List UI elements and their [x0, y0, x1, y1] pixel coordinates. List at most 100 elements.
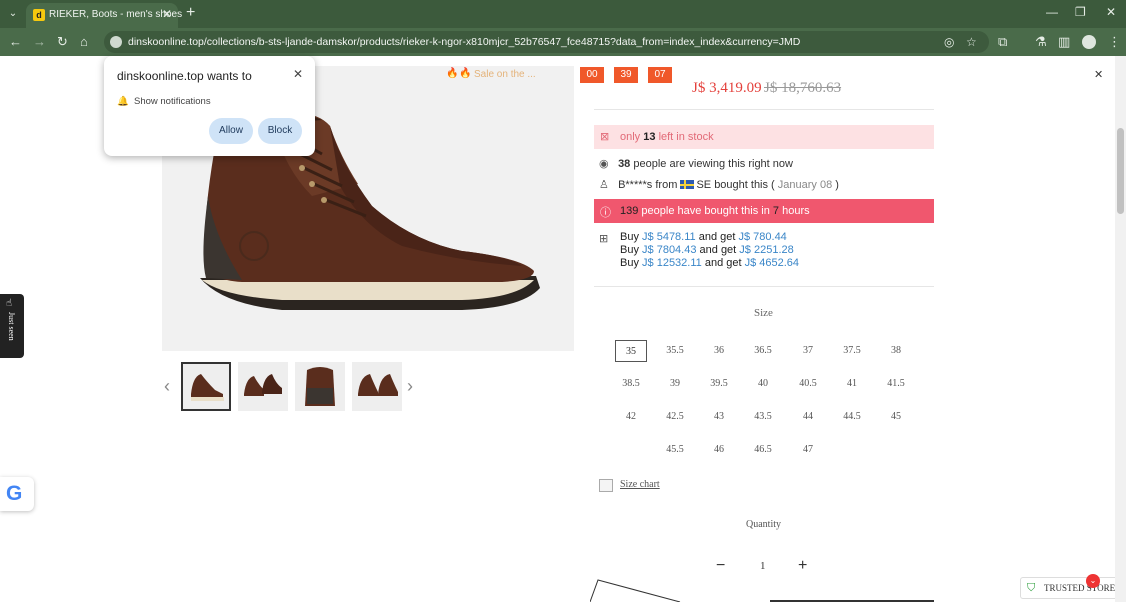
stock-count: 13 [643, 131, 656, 143]
size-option[interactable]: 42 [615, 406, 647, 428]
scrollbar-thumb[interactable] [1117, 128, 1124, 214]
permission-text: Show notifications [134, 96, 211, 107]
menu-icon[interactable]: ⋮ [1108, 34, 1121, 50]
profile-icon[interactable] [1082, 35, 1096, 49]
close-window-icon[interactable]: ✕ [1106, 5, 1116, 19]
size-option[interactable]: 42.5 [659, 406, 691, 428]
thumbnail[interactable] [238, 362, 288, 411]
offer-buy-label: Buy [620, 244, 639, 256]
offer-buy-amount: J$ 12532.11 [642, 257, 702, 269]
size-option[interactable]: 38.5 [615, 373, 647, 395]
star-icon[interactable]: ☆ [966, 35, 977, 49]
buyer-country: SE [696, 179, 712, 191]
size-option[interactable]: 41.5 [880, 373, 912, 395]
bought-label: bought this ( [714, 179, 775, 191]
fire-icon: 🔥 [446, 68, 459, 79]
thumbnail[interactable] [352, 362, 402, 411]
offer-get-amount: J$ 780.44 [738, 231, 787, 243]
bought-hours: 7 [772, 205, 780, 217]
offer-row: Buy J$ 7804.43 and get J$ 2251.28 [620, 244, 794, 256]
site-favicon: d [33, 9, 45, 21]
block-button[interactable]: Block [258, 118, 302, 144]
tab-list-icon[interactable]: ⌄ [4, 5, 22, 23]
restore-icon[interactable]: ❐ [1075, 5, 1086, 19]
thumbnail-prev-icon[interactable]: ‹ [164, 376, 170, 397]
google-badge[interactable]: G [0, 477, 34, 511]
permission-row: 🔔 Show notifications [117, 96, 211, 107]
offer-row: Buy J$ 5478.11 and get J$ 780.44 [620, 231, 787, 243]
size-option[interactable]: 35 [615, 340, 647, 362]
size-option[interactable]: 45 [880, 406, 912, 428]
size-chart-link[interactable]: Size chart [620, 479, 660, 490]
size-option[interactable]: 44.5 [836, 406, 868, 428]
address-bar[interactable]: dinskoonline.top/collections/b-sts-ljand… [104, 31, 989, 53]
browser-tab[interactable]: d RIEKER, Boots - men's shoes ✕ [26, 3, 182, 28]
box-icon: ⊠ [600, 131, 610, 143]
offer-get-label: and get [699, 244, 737, 256]
offer-get-label: and get [704, 257, 742, 269]
sweden-flag-icon [680, 180, 695, 189]
size-chart-icon[interactable] [599, 479, 613, 492]
gift-icon: ⊞ [599, 233, 609, 245]
quantity-decrease-button[interactable]: − [716, 557, 725, 575]
viewing-row: ◉ 38 people are viewing this right now [599, 157, 793, 170]
thumbnail[interactable] [295, 362, 345, 411]
chevron-down-icon[interactable]: ⌄ [1086, 574, 1100, 588]
size-option[interactable]: 39 [659, 373, 691, 395]
stock-suffix: left in stock [658, 131, 714, 143]
countdown-seconds: 07 [648, 67, 672, 83]
size-option[interactable]: 44 [792, 406, 824, 428]
size-option[interactable]: 43 [703, 406, 735, 428]
size-option[interactable]: 39.5 [703, 373, 735, 395]
size-option[interactable]: 46 [703, 439, 735, 461]
thumbnail-next-icon[interactable]: › [407, 376, 413, 397]
close-tab-icon[interactable]: ✕ [162, 7, 172, 21]
size-option[interactable]: 40 [747, 373, 779, 395]
quantity-increase-button[interactable]: + [798, 557, 807, 575]
divider [594, 286, 934, 287]
forward-icon[interactable]: → [33, 34, 46, 50]
thumbnail[interactable] [181, 362, 231, 411]
size-title: Size [754, 307, 773, 319]
quantity-value[interactable]: 1 [760, 560, 766, 572]
bought-count: 139 [620, 205, 639, 217]
close-icon[interactable]: ✕ [1094, 68, 1103, 81]
extensions-icon[interactable]: ⧉ [998, 34, 1007, 50]
side-panel-icon[interactable]: ▥ [1058, 34, 1070, 50]
trusted-store-badge[interactable]: ⛉ TRUSTED STORE [1020, 577, 1120, 599]
size-option[interactable]: 41 [836, 373, 868, 395]
just-seen-tab[interactable]: ☝ Just seen [0, 294, 24, 358]
size-option[interactable]: 40.5 [792, 373, 824, 395]
offer-get-amount: J$ 2251.28 [739, 244, 794, 256]
home-icon[interactable]: ⌂ [80, 34, 88, 50]
lab-icon[interactable]: ⚗ [1035, 34, 1047, 50]
size-option[interactable]: 37.5 [836, 340, 868, 362]
size-option[interactable]: 46.5 [747, 439, 779, 461]
promo-text: Sale on the ... [474, 69, 536, 80]
minimize-icon[interactable]: — [1046, 5, 1058, 19]
viewing-count: 38 [618, 158, 631, 170]
site-info-icon[interactable] [110, 36, 122, 48]
recent-purchase-row: ♙ B*****s from SE bought this ( January … [599, 178, 839, 191]
close-icon[interactable]: ✕ [293, 67, 303, 81]
page-scrollbar[interactable] [1115, 56, 1126, 602]
allow-button[interactable]: Allow [209, 118, 253, 144]
size-option[interactable]: 36.5 [747, 340, 779, 362]
size-option[interactable]: 37 [792, 340, 824, 362]
new-tab-icon[interactable]: + [186, 4, 195, 22]
bell-icon: 🔔 [117, 96, 129, 107]
size-option[interactable]: 43.5 [747, 406, 779, 428]
size-option[interactable]: 36 [703, 340, 735, 362]
bought-alert: ⓘ 139 people have bought this in 7 hours [594, 199, 934, 223]
url-text[interactable]: dinskoonline.top/collections/b-sts-ljand… [128, 36, 800, 48]
size-option[interactable]: 45.5 [659, 439, 691, 461]
reload-icon[interactable]: ↻ [57, 34, 68, 50]
size-option[interactable]: 35.5 [659, 340, 691, 362]
size-option[interactable]: 38 [880, 340, 912, 362]
eye-off-icon[interactable]: ◎ [944, 35, 954, 49]
countdown-hours: 00 [580, 67, 604, 83]
back-icon[interactable]: ← [9, 34, 22, 50]
fire-icon: 🔥 [459, 68, 472, 79]
alert-icon: ⓘ [600, 207, 611, 219]
size-option[interactable]: 47 [792, 439, 824, 461]
